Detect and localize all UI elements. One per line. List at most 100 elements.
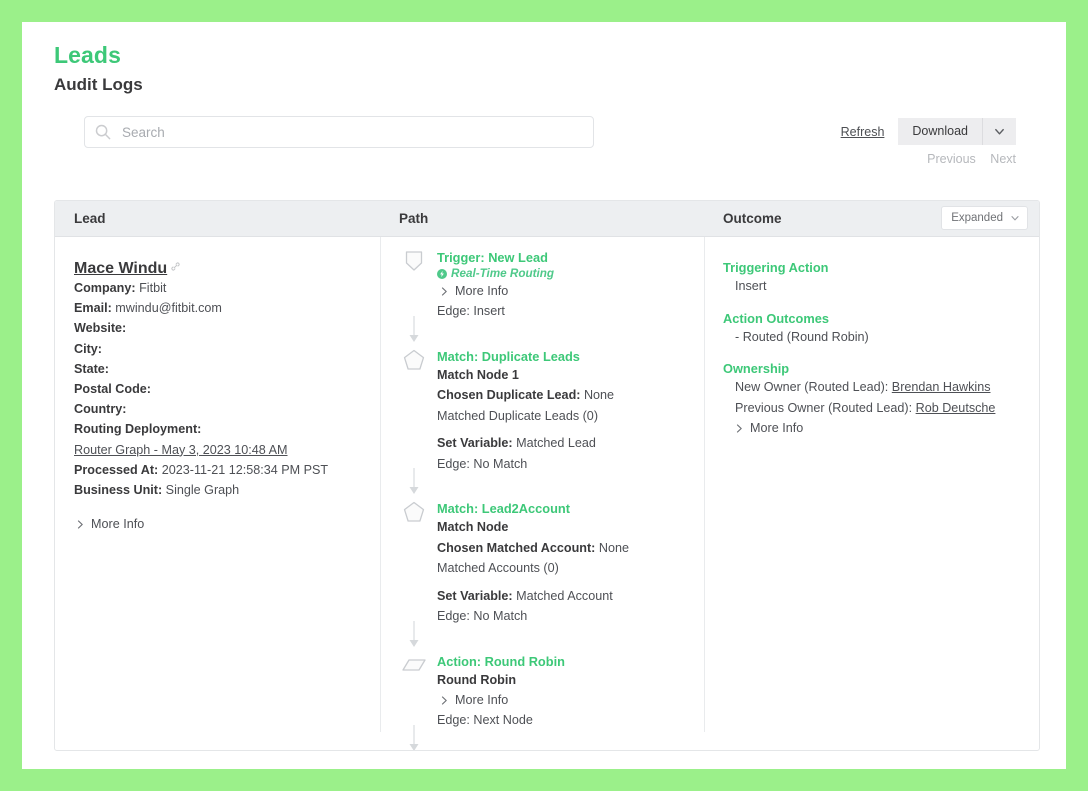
column-divider <box>380 237 381 732</box>
audit-log-table: Lead Path Outcome Expanded Mace Windu <box>54 200 1040 751</box>
path-node-detail: Matched Duplicate Leads (0) <box>437 406 699 427</box>
next-link[interactable]: Next <box>990 152 1016 166</box>
pagination: Previous Next <box>916 152 1016 166</box>
path-node-detail-label: Set Variable: <box>437 436 513 450</box>
previous-owner-label: Previous Owner (Routed Lead): <box>735 401 916 415</box>
lead-cell: Mace Windu Company: Fitbit Email: mw <box>74 237 374 531</box>
chevron-right-icon <box>735 423 744 434</box>
path-node-title: Match: Lead2Account <box>437 500 699 517</box>
view-mode-value: Expanded <box>951 212 1003 224</box>
outcome-section-item: Previous Owner (Routed Lead): Rob Deutsc… <box>723 398 1033 419</box>
toolbar: Refresh Download Previous Next <box>54 116 1040 150</box>
outcome-section-item: - Routed (Round Robin) <box>723 327 1033 348</box>
new-owner-label: New Owner (Routed Lead): <box>735 380 892 394</box>
link-icon <box>170 261 181 272</box>
outcome-section-heading: Action Outcomes <box>723 310 1033 327</box>
chevron-right-icon <box>440 286 449 297</box>
page-content: Leads Audit Logs Refresh Download <box>54 40 1040 755</box>
spacer <box>437 579 699 586</box>
path-node-action-round-robin: Action: Round Robin Round Robin More Inf… <box>399 653 699 731</box>
lead-field-label: State: <box>74 362 109 376</box>
path-node-title: Trigger: New Lead <box>437 249 699 266</box>
path-node-subtitle: Match Node <box>437 517 699 538</box>
path-node-trigger: Trigger: New Lead Real-Time Routing <box>399 249 699 322</box>
outcome-section-heading: Triggering Action <box>723 259 1033 276</box>
lead-field-value: Fitbit <box>139 281 166 295</box>
lead-field-postal-code: Postal Code: <box>74 379 374 399</box>
path-flow: Trigger: New Lead Real-Time Routing <box>399 249 699 751</box>
path-node-detail-value: Matched Lead <box>516 436 596 450</box>
path-node-detail-label: Chosen Matched Account: <box>437 541 595 555</box>
column-header-lead: Lead <box>74 211 106 226</box>
lead-field-label: Routing Deployment: <box>74 422 201 436</box>
lead-field-label: City: <box>74 342 102 356</box>
spacer <box>437 426 699 433</box>
path-node-badge: Real-Time Routing <box>437 267 699 281</box>
page-subtitle: Audit Logs <box>54 72 1040 98</box>
lead-field-city: City: <box>74 339 374 359</box>
new-owner-link[interactable]: Brendan Hawkins <box>892 380 991 394</box>
pentagon-node-icon <box>402 348 426 372</box>
path-node-edge: Edge: Insert <box>437 301 699 322</box>
download-button-group: Download <box>898 118 1016 145</box>
lead-field-label: Country: <box>74 402 126 416</box>
previous-link[interactable]: Previous <box>927 152 976 166</box>
lead-field-value: Single Graph <box>166 483 240 497</box>
path-node-detail: Set Variable: Matched Lead <box>437 433 699 454</box>
lead-field-processed-at: Processed At: 2023-11-21 12:58:34 PM PST <box>74 460 374 480</box>
path-cell: Trigger: New Lead Real-Time Routing <box>399 237 699 751</box>
lead-field-country: Country: <box>74 399 374 419</box>
page-header: Leads Audit Logs <box>54 40 1040 98</box>
chevron-right-icon <box>440 695 449 706</box>
search-input[interactable] <box>120 124 550 141</box>
lead-more-info-toggle[interactable]: More Info <box>76 517 374 531</box>
lead-field-business-unit: Business Unit: Single Graph <box>74 480 374 500</box>
lead-more-info-label: More Info <box>91 517 144 531</box>
refresh-link[interactable]: Refresh <box>841 125 885 139</box>
lead-field-value: 2023-11-21 12:58:34 PM PST <box>162 463 328 477</box>
outcome-section-heading: Ownership <box>723 360 1033 377</box>
path-node-edge: Edge: No Match <box>437 454 699 475</box>
pentagon-node-icon <box>402 500 426 524</box>
lead-name-link[interactable]: Mace Windu <box>74 259 167 278</box>
path-node-detail: Set Variable: Matched Account <box>437 586 699 607</box>
path-node-detail-label: Chosen Duplicate Lead: <box>437 388 580 402</box>
flow-connector <box>402 474 426 500</box>
path-node-more-info-toggle[interactable]: More Info <box>440 281 699 301</box>
lead-field-routing-deployment: Routing Deployment: <box>74 419 374 439</box>
path-node-detail-value: None <box>584 388 614 402</box>
column-header-path: Path <box>399 211 428 226</box>
path-node-match-lead2account: Match: Lead2Account Match Node Chosen Ma… <box>399 500 699 627</box>
outcome-more-info-toggle[interactable]: More Info <box>723 418 1033 439</box>
path-node-title: Action: Round Robin <box>437 653 699 670</box>
toolbar-actions: Refresh Download <box>841 118 1016 145</box>
path-node-detail-value: None <box>599 541 629 555</box>
path-node-more-info-label: More Info <box>455 690 508 710</box>
path-node-match-duplicate-leads: Match: Duplicate Leads Match Node 1 Chos… <box>399 348 699 475</box>
routing-deployment-link[interactable]: Router Graph - May 3, 2023 10:48 AM <box>74 440 374 460</box>
bolt-badge-icon <box>437 269 447 279</box>
path-node-more-info-toggle[interactable]: More Info <box>440 690 699 710</box>
path-node-more-info-label: More Info <box>455 281 508 301</box>
outcome-more-info-label: More Info <box>750 418 803 439</box>
column-header-outcome: Outcome <box>723 211 782 226</box>
view-mode-select[interactable]: Expanded <box>941 206 1028 230</box>
parallelogram-node-icon <box>402 653 426 677</box>
path-node-subtitle: Round Robin <box>437 670 699 691</box>
flow-connector <box>402 731 426 752</box>
lead-field-email: Email: mwindu@fitbit.com <box>74 298 374 318</box>
chevron-down-icon <box>993 125 1006 138</box>
lead-field-label: Business Unit: <box>74 483 162 497</box>
outcome-section-item: Insert <box>723 276 1033 297</box>
download-button[interactable]: Download <box>898 118 982 145</box>
lead-field-label: Company: <box>74 281 136 295</box>
lead-field-value: mwindu@fitbit.com <box>115 301 222 315</box>
chevron-right-icon <box>76 519 85 530</box>
app-window: Leads Audit Logs Refresh Download <box>22 22 1066 769</box>
search-box[interactable] <box>84 116 594 148</box>
search-icon <box>95 124 111 140</box>
lead-field-label: Postal Code: <box>74 382 151 396</box>
previous-owner-link[interactable]: Rob Deutsche <box>916 401 996 415</box>
download-dropdown-button[interactable] <box>982 118 1016 145</box>
path-node-detail: Matched Accounts (0) <box>437 558 699 579</box>
